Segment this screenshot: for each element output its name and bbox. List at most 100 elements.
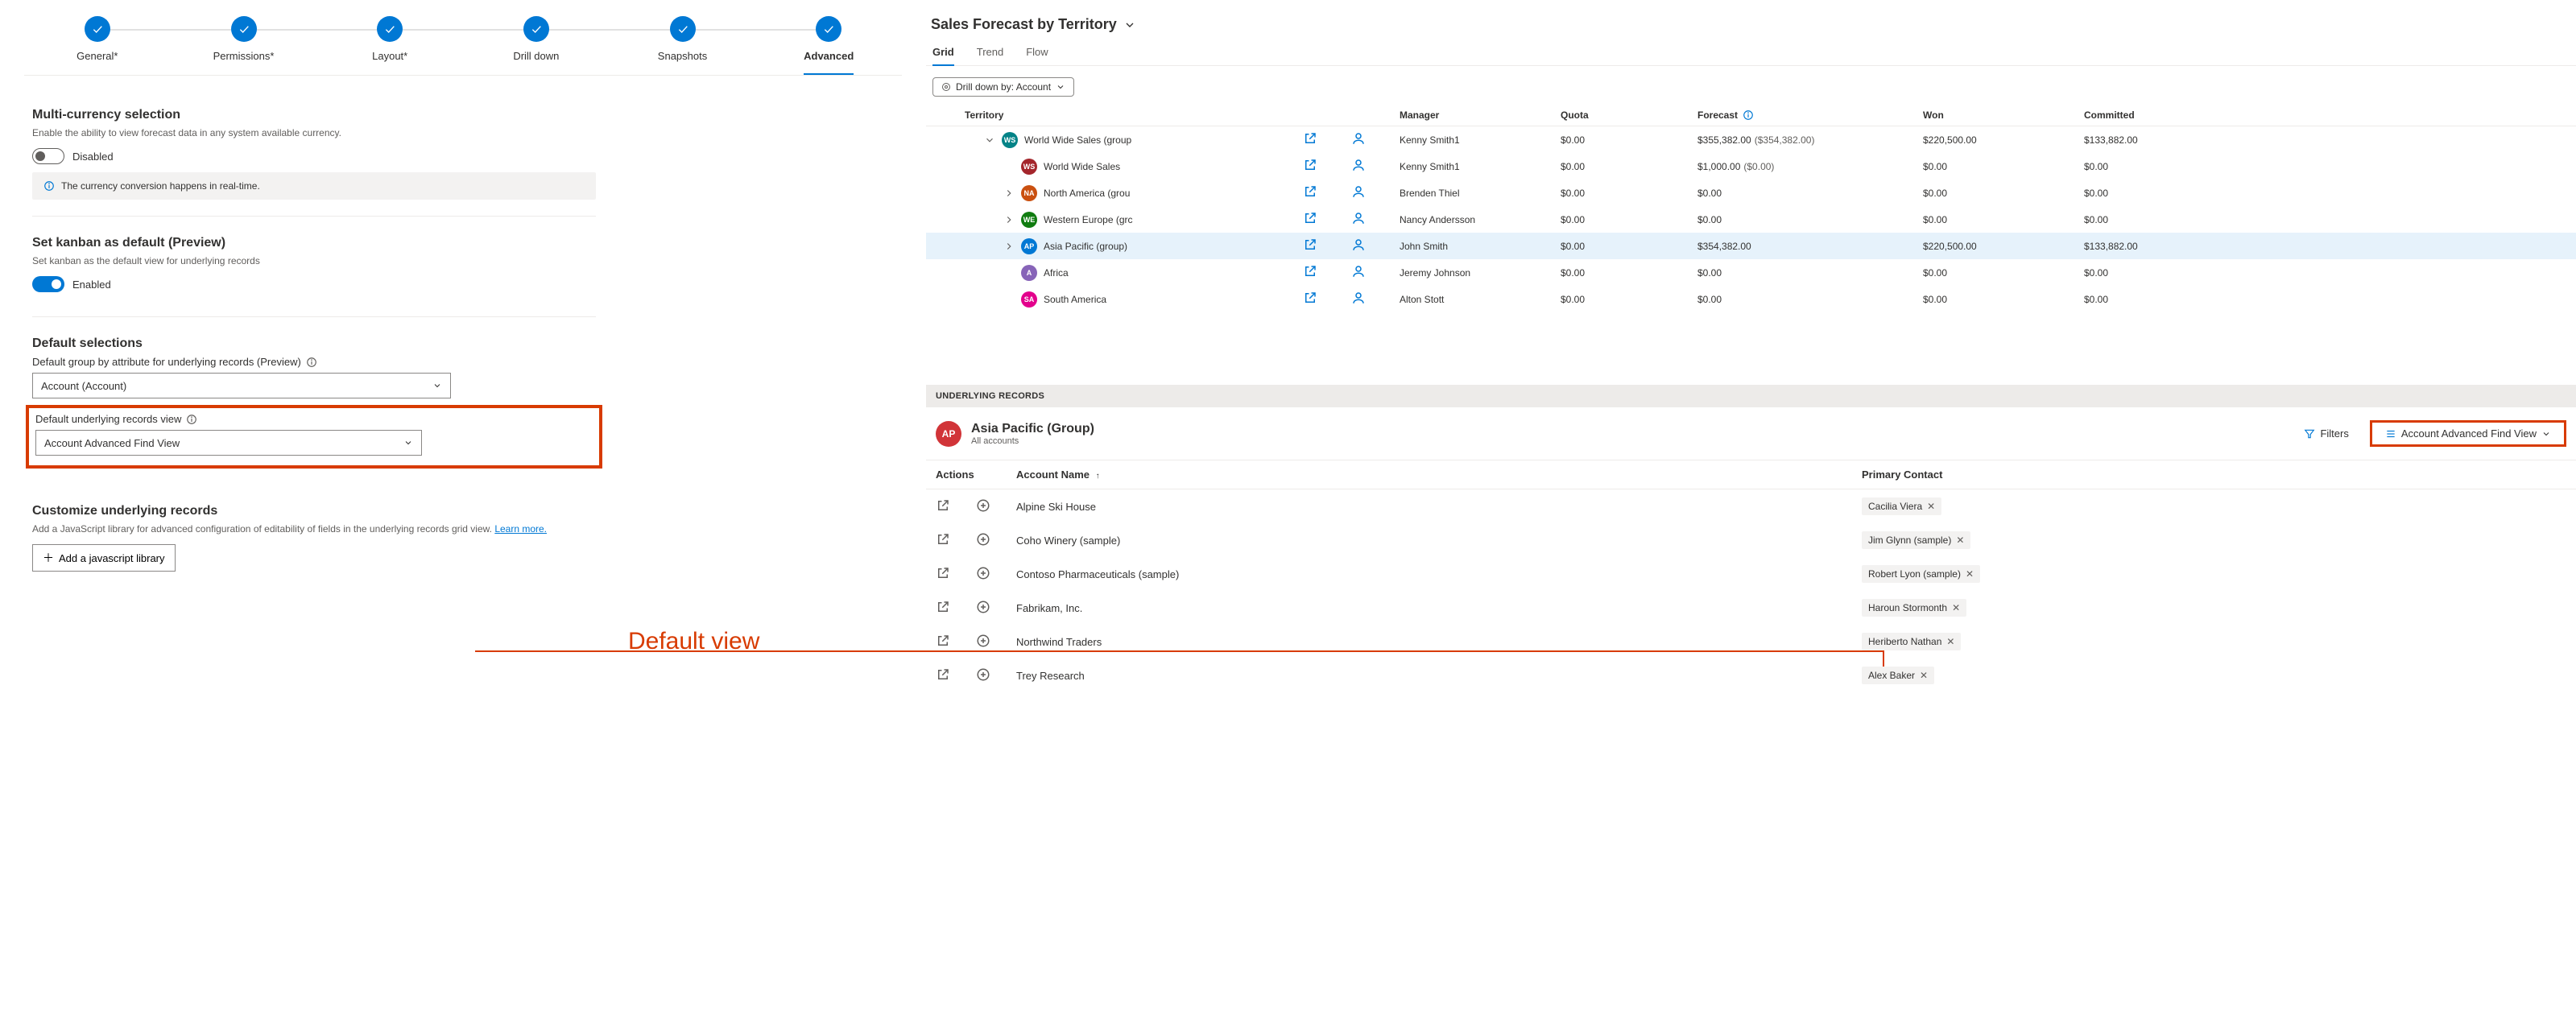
tab-flow[interactable]: Flow — [1026, 39, 1048, 65]
add-icon[interactable] — [976, 498, 990, 513]
popout-icon[interactable] — [1303, 237, 1317, 252]
committed-cell: $0.00 — [2084, 214, 2245, 225]
popout-icon[interactable] — [1303, 184, 1317, 199]
grid-row[interactable]: WEWestern Europe (grcNancy Andersson$0.0… — [926, 206, 2576, 233]
col-won[interactable]: Won — [1923, 109, 2084, 121]
popout-icon[interactable] — [1303, 211, 1317, 225]
popout-icon[interactable] — [1303, 264, 1317, 279]
learn-more-link[interactable]: Learn more. — [494, 523, 547, 535]
close-icon[interactable]: ✕ — [1956, 535, 1964, 546]
col-forecast[interactable]: Forecast — [1697, 109, 1923, 121]
close-icon[interactable]: ✕ — [1927, 501, 1935, 512]
chevron-right-icon[interactable] — [1003, 188, 1015, 199]
toggle-kanban[interactable] — [32, 276, 64, 292]
col-quota[interactable]: Quota — [1561, 109, 1697, 121]
col-account-name[interactable]: Account Name ↑ — [1016, 469, 1862, 481]
records-row[interactable]: Fabrikam, Inc.Haroun Stormonth✕ — [926, 591, 2576, 625]
info-icon — [43, 180, 55, 192]
won-cell: $0.00 — [1923, 294, 2084, 305]
step-drilldown[interactable]: Drill down — [463, 16, 610, 73]
checkmark-icon — [231, 16, 257, 42]
grid-row[interactable]: AAfricaJeremy Johnson$0.00$0.00$0.00$0.0… — [926, 259, 2576, 286]
grid-row[interactable]: WSWorld Wide SalesKenny Smith1$0.00$1,00… — [926, 153, 2576, 180]
popout-icon[interactable] — [936, 600, 950, 614]
records-row[interactable]: Trey ResearchAlex Baker✕ — [926, 658, 2576, 692]
person-icon[interactable] — [1351, 237, 1366, 252]
records-header: Actions Account Name ↑ Primary Contact — [926, 460, 2576, 489]
view-label: Default underlying records view — [35, 413, 593, 425]
add-icon[interactable] — [976, 600, 990, 614]
add-icon[interactable] — [976, 532, 990, 547]
records-row[interactable]: Contoso Pharmaceuticals (sample)Robert L… — [926, 557, 2576, 591]
account-name-cell: Fabrikam, Inc. — [1016, 602, 1862, 614]
person-icon[interactable] — [1351, 131, 1366, 146]
step-layout[interactable]: Layout* — [316, 16, 463, 73]
contact-chip[interactable]: Jim Glynn (sample)✕ — [1862, 531, 1970, 549]
grid-row[interactable]: WSWorld Wide Sales (groupKenny Smith1$0.… — [926, 126, 2576, 153]
popout-icon[interactable] — [1303, 291, 1317, 305]
territory-avatar: SA — [1021, 291, 1037, 308]
add-js-button[interactable]: ＋ Add a javascript library — [32, 544, 176, 572]
step-general[interactable]: General* — [24, 16, 171, 73]
add-icon[interactable] — [976, 667, 990, 682]
view-switcher[interactable]: Account Advanced Find View — [2379, 424, 2557, 443]
checkmark-icon — [377, 16, 403, 42]
col-committed[interactable]: Committed — [2084, 109, 2245, 121]
step-snapshots[interactable]: Snapshots — [610, 16, 756, 73]
popout-icon[interactable] — [936, 566, 950, 580]
info-icon[interactable] — [186, 414, 197, 425]
person-icon[interactable] — [1351, 158, 1366, 172]
col-primary-contact[interactable]: Primary Contact — [1862, 469, 2566, 481]
contact-chip[interactable]: Robert Lyon (sample)✕ — [1862, 565, 1980, 583]
close-icon[interactable]: ✕ — [1966, 568, 1974, 580]
tab-grid[interactable]: Grid — [932, 39, 954, 66]
contact-chip[interactable]: Haroun Stormonth✕ — [1862, 599, 1966, 617]
close-icon[interactable]: ✕ — [1952, 602, 1960, 613]
info-icon[interactable] — [306, 357, 317, 368]
popout-icon[interactable] — [936, 532, 950, 547]
records-row[interactable]: Alpine Ski HouseCacilia Viera✕ — [926, 489, 2576, 523]
toggle-label: Disabled — [72, 151, 114, 163]
records-row[interactable]: Northwind TradersHeriberto Nathan✕ — [926, 625, 2576, 658]
toggle-multicurrency[interactable] — [32, 148, 64, 164]
chevron-right-icon[interactable] — [1003, 241, 1015, 252]
chevron-down-icon[interactable] — [1123, 19, 1136, 31]
contact-chip[interactable]: Cacilia Viera✕ — [1862, 497, 1941, 515]
grid-row[interactable]: NANorth America (grouBrenden Thiel$0.00$… — [926, 180, 2576, 206]
groupby-select[interactable]: Account (Account) — [32, 373, 451, 398]
step-advanced[interactable]: Advanced — [755, 16, 902, 75]
info-icon[interactable] — [1743, 109, 1754, 121]
person-icon[interactable] — [1351, 184, 1366, 199]
col-territory[interactable]: Territory — [965, 109, 1303, 121]
popout-icon[interactable] — [1303, 158, 1317, 172]
territory-avatar: WE — [1021, 212, 1037, 228]
popout-icon[interactable] — [1303, 131, 1317, 146]
person-icon[interactable] — [1351, 264, 1366, 279]
records-row[interactable]: Coho Winery (sample)Jim Glynn (sample)✕ — [926, 523, 2576, 557]
col-actions[interactable]: Actions — [936, 469, 1016, 481]
close-icon[interactable]: ✕ — [1920, 670, 1928, 681]
person-icon[interactable] — [1351, 291, 1366, 305]
checkmark-icon — [85, 16, 110, 42]
person-icon[interactable] — [1351, 211, 1366, 225]
chevron-down-icon[interactable] — [984, 134, 995, 146]
forecast-pane: Sales Forecast by Territory Grid Trend F… — [926, 0, 2576, 692]
drilldown-pill[interactable]: Drill down by: Account — [932, 77, 1074, 97]
popout-icon[interactable] — [936, 634, 950, 648]
grid-row[interactable]: APAsia Pacific (group)John Smith$0.00$35… — [926, 233, 2576, 259]
col-manager[interactable]: Manager — [1400, 109, 1561, 121]
close-icon[interactable]: ✕ — [1946, 636, 1954, 647]
chevron-right-icon[interactable] — [1003, 214, 1015, 225]
forecast-cell: $0.00 — [1697, 214, 1923, 225]
default-view-select[interactable]: Account Advanced Find View — [35, 430, 422, 456]
popout-icon[interactable] — [936, 498, 950, 513]
contact-chip[interactable]: Alex Baker✕ — [1862, 667, 1934, 684]
popout-icon[interactable] — [936, 667, 950, 682]
filters-button[interactable]: Filters — [2297, 424, 2355, 443]
add-icon[interactable] — [976, 634, 990, 648]
grid-row[interactable]: SASouth AmericaAlton Stott$0.00$0.00$0.0… — [926, 286, 2576, 312]
contact-chip[interactable]: Heriberto Nathan✕ — [1862, 633, 1961, 650]
step-permissions[interactable]: Permissions* — [171, 16, 317, 73]
add-icon[interactable] — [976, 566, 990, 580]
tab-trend[interactable]: Trend — [977, 39, 1003, 65]
